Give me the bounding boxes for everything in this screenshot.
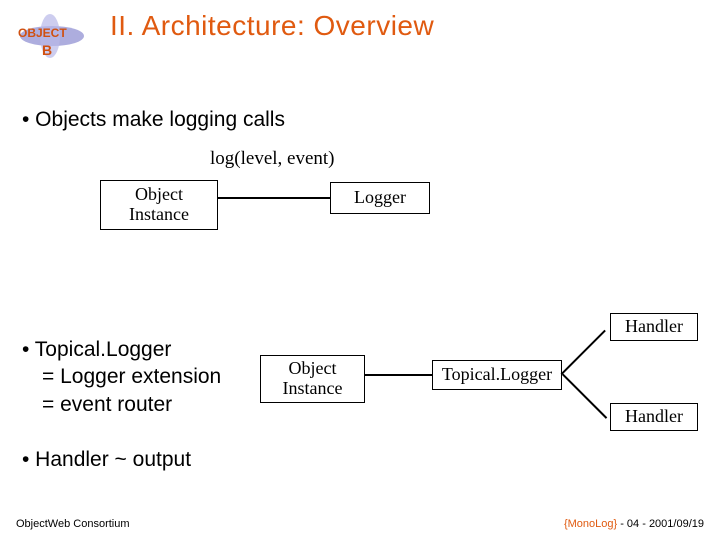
diagram-call-label: log(level, event) (210, 148, 335, 170)
diagram-box-topical-logger: Topical.Logger (432, 360, 562, 390)
bullet-line: = event router (22, 391, 221, 418)
diagram-connector-handler-top (561, 330, 606, 375)
diagram-box-label: Object Instance (261, 359, 364, 399)
diagram-box-label: Object Instance (101, 185, 217, 225)
diagram-box-label: Topical.Logger (433, 365, 561, 385)
diagram-box-label: Handler (611, 317, 697, 337)
bullet-objects-make-calls: • Objects make logging calls (22, 108, 285, 132)
bullet-line: = Logger extension (22, 363, 221, 390)
logo-text-top: OBJECT (18, 26, 67, 40)
footer-brand: {MonoLog} (564, 518, 617, 530)
diagram-box-handler-top: Handler (610, 313, 698, 341)
diagram-box-handler-bottom: Handler (610, 403, 698, 431)
footer-left: ObjectWeb Consortium (16, 518, 130, 530)
diagram-connector-handler-bottom (562, 374, 607, 419)
logo-text-bottom: B (42, 42, 52, 58)
diagram-box-label: Handler (611, 407, 697, 427)
footer-meta: - 04 - 2001/09/19 (617, 518, 704, 530)
bullet-topical-logger: • Topical.Logger = Logger extension = ev… (22, 336, 221, 418)
slide-title: II. Architecture: Overview (110, 10, 434, 42)
diagram-box-label: Logger (331, 188, 429, 208)
diagram-box-object-instance-2: Object Instance (260, 355, 365, 403)
diagram-connector-2 (365, 374, 432, 376)
footer-right: {MonoLog} - 04 - 2001/09/19 (564, 518, 704, 530)
diagram-box-object-instance-1: Object Instance (100, 180, 218, 230)
diagram-connector-1 (218, 197, 330, 199)
bullet-line: • Topical.Logger (22, 336, 221, 363)
diagram-box-logger: Logger (330, 182, 430, 214)
bullet-handler-output: • Handler ~ output (22, 448, 191, 472)
logo: OBJECT B (12, 12, 92, 60)
